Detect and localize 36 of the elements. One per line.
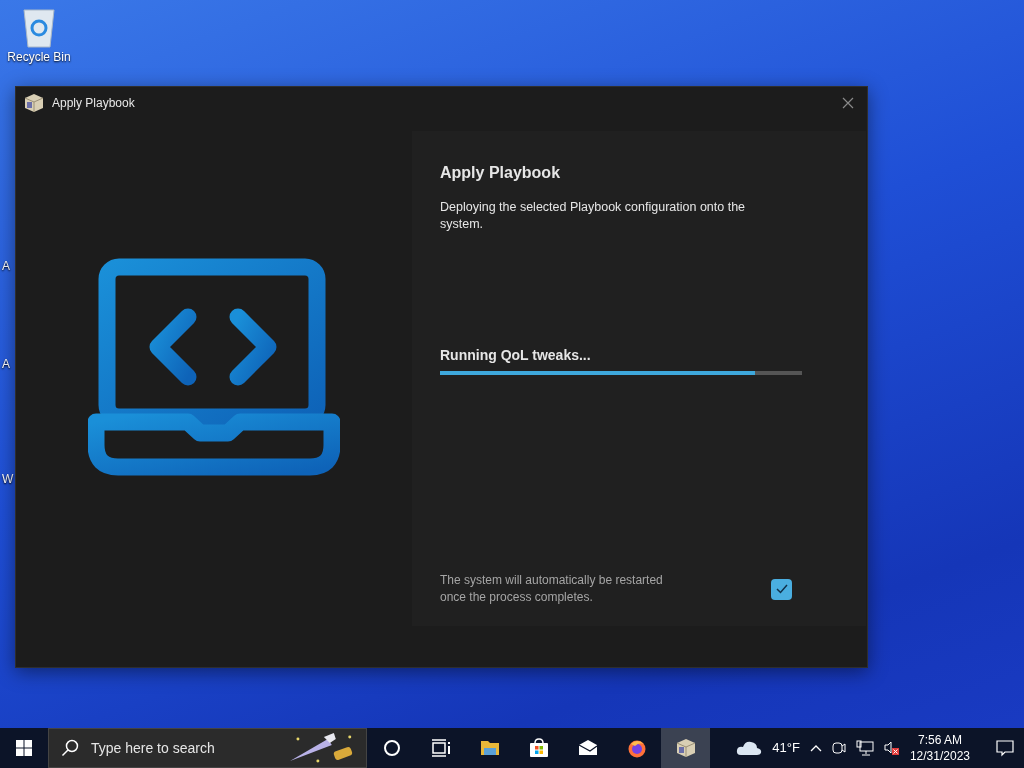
desktop-icon-label[interactable]: W (2, 470, 14, 488)
folder-icon (479, 738, 500, 758)
desktop-icon-label[interactable]: Recycle Bin (4, 48, 74, 66)
package-icon (24, 93, 44, 113)
windows-start-icon[interactable] (16, 740, 32, 756)
restart-note: The system will automatically be restarted once the process completes. (440, 572, 664, 606)
search-icon (61, 739, 79, 757)
window-title: Apply Playbook (52, 95, 135, 112)
progress-label: Running QoL tweaks... (440, 346, 592, 365)
description-text: Deploying the selected Playbook configuration onto the system. (440, 199, 747, 233)
camera-icon[interactable] (831, 740, 846, 756)
auto-restart-checkbox[interactable] (771, 578, 792, 600)
clock-date[interactable]: 12/31/2023 (909, 748, 970, 764)
cloud-icon[interactable] (736, 740, 763, 756)
desktop-icon-label[interactable]: A (2, 257, 10, 275)
search-field[interactable]: Type here to search (88, 736, 279, 760)
laptop-code-icon (88, 257, 340, 479)
weather-temperature[interactable]: 41°F (772, 738, 800, 758)
speaker-muted-icon[interactable] (883, 740, 900, 756)
chevron-up-icon[interactable] (809, 744, 822, 752)
notification-icon[interactable] (996, 739, 1014, 758)
page-heading: Apply Playbook (440, 163, 562, 183)
taskbar-app-button[interactable] (661, 728, 710, 768)
package-icon (675, 738, 696, 758)
network-icon[interactable] (855, 740, 874, 756)
close-icon[interactable] (841, 96, 855, 110)
task-view-icon (430, 738, 451, 758)
cortana-icon (381, 738, 402, 758)
search-bar[interactable]: Type here to search (48, 728, 367, 768)
desktop-icon-label[interactable]: A (2, 355, 10, 373)
envelope-icon (577, 738, 598, 758)
clock-time[interactable]: 7:56 AM (909, 732, 970, 748)
check-icon (775, 584, 788, 594)
browser-fox-icon (626, 738, 647, 758)
shopping-bag-icon (528, 738, 549, 758)
recycle-bin-icon[interactable] (21, 6, 57, 48)
